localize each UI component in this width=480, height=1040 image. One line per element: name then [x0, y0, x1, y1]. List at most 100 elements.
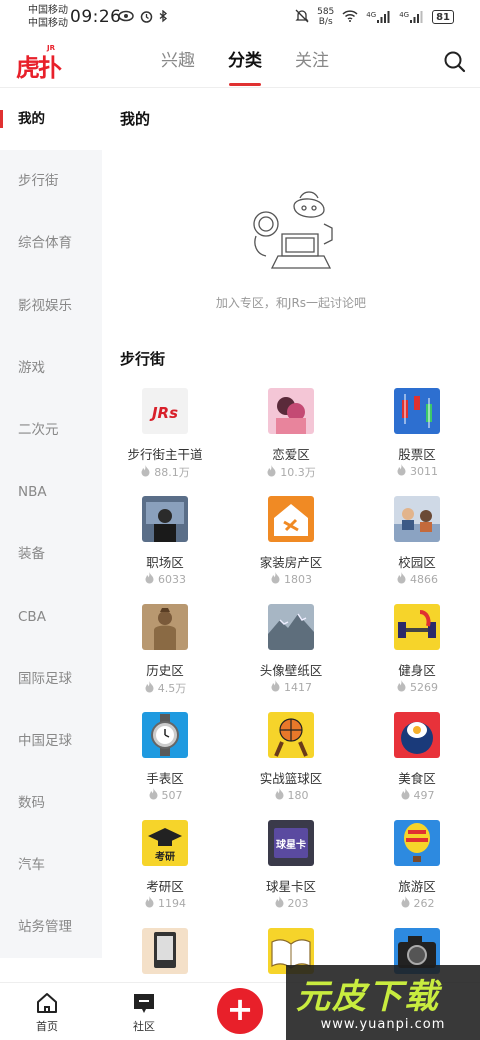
sidebar-item-nba[interactable]: NBA [0, 461, 102, 523]
tab-category[interactable]: 分类 [217, 36, 273, 88]
fire-icon [275, 896, 283, 908]
section-title-bxj: 步行街 [120, 350, 166, 368]
forum-item-ereader[interactable] [102, 928, 228, 982]
forum-item-cards[interactable]: 球星卡 球星卡区 203 [228, 820, 354, 928]
forum-item-workplace[interactable]: 职场区 6033 [102, 496, 228, 604]
sidebar-item-site-admin[interactable]: 站务管理 [0, 896, 102, 958]
forum-thumbnail [268, 712, 314, 758]
sidebar-item-sports[interactable]: 综合体育 [0, 212, 102, 274]
category-sidebar: 我的 步行街 综合体育 影视娱乐 游戏 二次元 NBA 装备 CBA 国际足球 … [0, 88, 102, 958]
forum-thumbnail [394, 604, 440, 650]
forum-item-bxj-main[interactable]: JRs 步行街主干道 88.1万 [102, 388, 228, 496]
battery-icon: 81 [432, 10, 454, 24]
forum-thumbnail [142, 604, 188, 650]
category-content: 我的 加入专区，和JRs一起讨论吧 步行街 JRs 步行街主干道 88.1万 恋… [102, 88, 480, 982]
fire-icon [397, 464, 406, 476]
status-bar: 中国移动 中国移动 09:26 585 B/s 4G 4G 81 [0, 0, 480, 36]
forum-thumbnail [142, 928, 188, 974]
forum-item-love[interactable]: 恋爱区 10.3万 [228, 388, 354, 496]
forum-item-travel[interactable]: 旅游区 262 [354, 820, 480, 928]
fire-icon [401, 788, 409, 800]
sidebar-item-bxj[interactable]: 步行街 [0, 150, 102, 212]
svg-text:JRs: JRs [149, 404, 178, 422]
sidebar-item-digital[interactable]: 数码 [0, 772, 102, 834]
top-tabs: 兴趣 分类 关注 [150, 36, 340, 88]
sidebar-item-mine[interactable]: 我的 [0, 88, 102, 151]
signal-icon: 4G [366, 11, 391, 23]
forum-item-stocks[interactable]: 股票区 3011 [354, 388, 480, 496]
forum-item-history[interactable]: 历史区 4.5万 [102, 604, 228, 712]
fire-icon [401, 896, 409, 908]
forum-thumbnail [268, 496, 314, 542]
fire-icon [149, 788, 157, 800]
nav-home[interactable]: 首页 [17, 991, 77, 1034]
search-icon [444, 51, 466, 73]
watermark-title: 元皮下载 [296, 977, 440, 1017]
sidebar-item-gear[interactable]: 装备 [0, 523, 102, 585]
forum-thumbnail: 考研 [142, 820, 188, 866]
forum-thumbnail [394, 388, 440, 434]
forum-item-watches[interactable]: 手表区 507 [102, 712, 228, 820]
sidebar-item-cn-football[interactable]: 中国足球 [0, 710, 102, 772]
create-post-button[interactable]: + [217, 988, 263, 1034]
forum-item-food[interactable]: 美食区 497 [354, 712, 480, 820]
fire-icon [267, 465, 276, 477]
forum-thumbnail [394, 712, 440, 758]
home-icon [37, 993, 57, 1013]
fire-icon [397, 680, 406, 692]
forum-thumbnail [394, 496, 440, 542]
forum-thumbnail [268, 604, 314, 650]
svg-text:考研: 考研 [155, 850, 175, 863]
search-button[interactable] [442, 49, 468, 75]
community-icon [134, 994, 154, 1013]
mute-icon [295, 9, 309, 26]
forum-item-avatar-wallpaper[interactable]: 头像壁纸区 1417 [228, 604, 354, 712]
carrier-1: 中国移动 [28, 5, 68, 16]
hupu-logo[interactable]: 虎扑 JR [16, 44, 62, 82]
section-title-mine: 我的 [120, 110, 151, 128]
sidebar-item-intl-football[interactable]: 国际足球 [0, 648, 102, 710]
forum-item-fitness[interactable]: 健身区 5269 [354, 604, 480, 712]
empty-state-illustration [253, 191, 333, 269]
fire-icon [275, 788, 283, 800]
carrier-labels: 中国移动 中国移动 [28, 4, 68, 30]
forum-thumbnail [142, 496, 188, 542]
watermark-url: www.yuanpi.com [320, 1017, 446, 1032]
fire-icon [145, 896, 154, 908]
tab-follow[interactable]: 关注 [284, 36, 340, 88]
status-time: 09:26 [70, 7, 122, 27]
fire-icon [145, 572, 154, 584]
forum-item-postgrad[interactable]: 考研 考研区 1194 [102, 820, 228, 928]
eye-icon [118, 10, 134, 27]
fire-icon [271, 680, 280, 692]
sidebar-item-games[interactable]: 游戏 [0, 337, 102, 399]
wifi-icon [342, 9, 358, 25]
fire-icon [271, 572, 280, 584]
empty-state-text: 加入专区，和JRs一起讨论吧 [215, 296, 367, 310]
app-header: 虎扑 JR 兴趣 分类 关注 [0, 36, 480, 88]
forum-thumbnail [142, 712, 188, 758]
svg-text:球星卡: 球星卡 [276, 838, 306, 851]
sidebar-item-cars[interactable]: 汽车 [0, 834, 102, 896]
tab-interest[interactable]: 兴趣 [150, 36, 206, 88]
signal-icon: 4G [399, 11, 424, 23]
watermark-overlay: 元皮下载 www.yuanpi.com [286, 965, 480, 1040]
forum-item-campus[interactable]: 校园区 4866 [354, 496, 480, 604]
sidebar-item-entertainment[interactable]: 影视娱乐 [0, 275, 102, 337]
forum-item-basketball[interactable]: 实战篮球区 180 [228, 712, 354, 820]
fire-icon [141, 465, 150, 477]
alarm-icon [140, 10, 153, 27]
forum-thumbnail: JRs [142, 388, 188, 434]
sidebar-item-cba[interactable]: CBA [0, 586, 102, 648]
bluetooth-icon [159, 9, 168, 27]
sidebar-item-acg[interactable]: 二次元 [0, 399, 102, 461]
forum-thumbnail [268, 388, 314, 434]
forum-thumbnail [394, 820, 440, 866]
forum-thumbnail: 球星卡 [268, 820, 314, 866]
nav-community[interactable]: 社区 [114, 991, 174, 1034]
forum-item-home-deco[interactable]: 家装房产区 1803 [228, 496, 354, 604]
fire-icon [145, 681, 154, 693]
carrier-2: 中国移动 [28, 18, 68, 29]
network-speed: 585 B/s [317, 7, 335, 27]
fire-icon [397, 572, 406, 584]
